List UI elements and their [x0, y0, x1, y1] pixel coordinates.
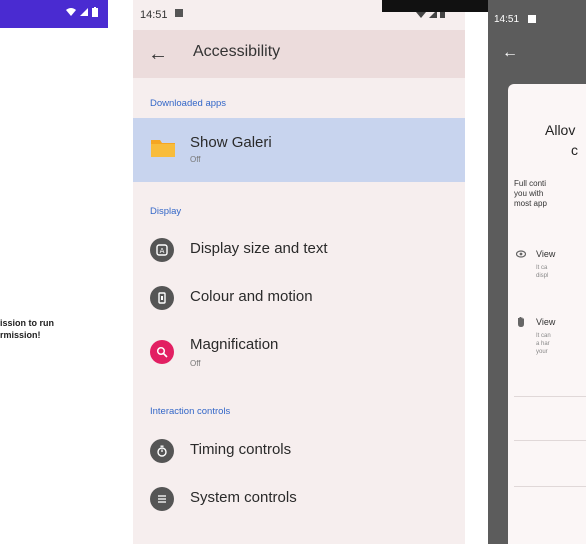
app-bar: ← Accessibility [133, 30, 465, 78]
back-arrow-icon[interactable]: ← [145, 41, 171, 67]
dialog-body: Full conti [514, 179, 547, 188]
back-arrow-icon[interactable]: ← [502, 44, 518, 62]
status-time: 14:51 [494, 14, 520, 25]
status-bar: 14:51 [488, 10, 586, 32]
item-label: Show Galeri [190, 134, 272, 151]
svg-text:A: A [160, 247, 165, 255]
permission-desc: your [536, 349, 548, 355]
list-item-magnification[interactable]: Magnification Off [133, 326, 465, 378]
dialog-body: you with [514, 189, 544, 198]
battery-icon [92, 7, 98, 17]
eye-icon [515, 250, 527, 260]
status-icons [66, 7, 98, 17]
item-label: Display size and text [190, 240, 328, 257]
permission-title: View [536, 249, 556, 259]
permission-title: View [536, 317, 556, 327]
page-title: Accessibility [193, 43, 281, 60]
dialog-body: most app [514, 199, 547, 208]
section-header-interaction-controls: Interaction controls [150, 406, 231, 417]
list-item-timing-controls[interactable]: Timing controls [133, 430, 465, 470]
accessibility-settings-screen: 14:51 ← Accessibility Downloaded apps Sh… [133, 0, 465, 544]
text-size-icon: A [150, 238, 174, 262]
permission-message: rmission! [0, 330, 41, 340]
item-status: Off [190, 155, 201, 164]
folder-icon [150, 136, 176, 158]
section-header-display: Display [150, 206, 182, 217]
divider [514, 396, 586, 397]
permission-dialog: Allov c Full conti you with most app Vie… [508, 84, 586, 544]
permission-message: ission to run [0, 318, 54, 328]
list-item-display-size[interactable]: A Display size and text [133, 230, 465, 270]
status-time: 14:51 [140, 9, 168, 21]
color-motion-icon [150, 286, 174, 310]
divider [514, 440, 586, 441]
system-controls-icon [150, 487, 174, 511]
timer-icon [150, 439, 174, 463]
permission-desc: a har [536, 341, 550, 347]
permission-desc: displ [536, 273, 549, 279]
list-item-colour-motion[interactable]: Colour and motion [133, 278, 465, 318]
dialog-title-line2: c [571, 142, 578, 158]
wifi-icon [66, 8, 76, 16]
list-item-show-galeri[interactable]: Show Galeri Off [133, 118, 465, 182]
permission-desc: It can [536, 333, 551, 339]
magnify-icon [150, 340, 174, 364]
notification-icon [528, 15, 536, 23]
item-status: Off [190, 359, 201, 368]
item-label: Timing controls [190, 441, 292, 458]
status-bar [0, 0, 108, 28]
item-label: Magnification [190, 336, 279, 353]
permission-desc: It ca [536, 265, 548, 271]
item-label: Colour and motion [190, 288, 313, 305]
divider [514, 486, 586, 487]
item-label: System controls [190, 489, 297, 506]
previous-app-screen: ission to run rmission! [0, 0, 120, 544]
dialog-title: Allov [545, 122, 576, 138]
notification-icon [175, 9, 183, 17]
section-header-downloaded-apps: Downloaded apps [150, 98, 227, 109]
signal-icon [80, 8, 88, 16]
hand-icon [516, 316, 526, 327]
permission-dialog-screen: 14:51 ← Allov c Full conti you with most… [488, 0, 586, 544]
list-item-system-controls[interactable]: System controls [133, 478, 465, 518]
